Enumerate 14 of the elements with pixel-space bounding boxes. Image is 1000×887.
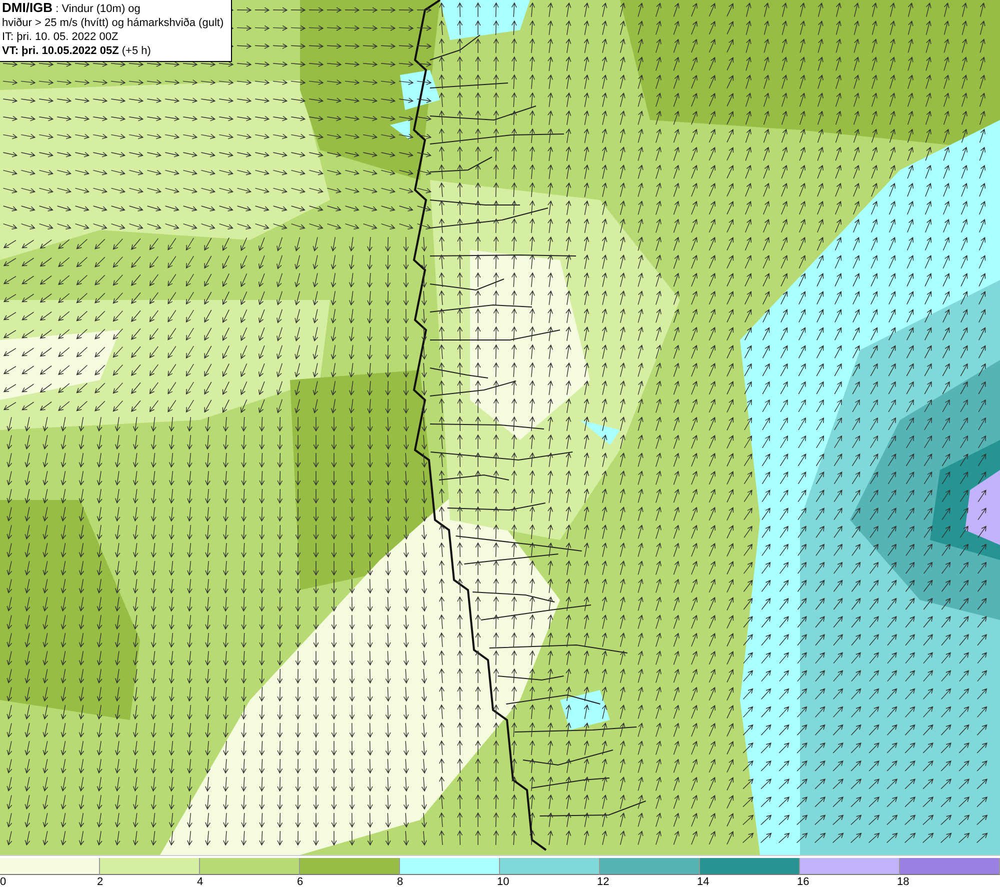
- info-text: hviður > 25 m/s (hvítt) og hámarkshviða (gult): [2, 16, 225, 30]
- info-text: VT: þri. 10.05.2022 05Z (+5 h): [2, 44, 152, 58]
- scale-label: 16: [797, 875, 810, 887]
- scale-label: 8: [397, 875, 404, 887]
- info-text: IT: þri. 10. 05. 2022 00Z: [2, 30, 120, 44]
- scale-label: 14: [697, 875, 710, 887]
- scale-label: 6: [297, 875, 304, 887]
- scale-label: 2: [97, 875, 104, 887]
- scale-label: 10: [497, 875, 510, 887]
- scale-label: 4: [197, 875, 204, 887]
- info-text: DMI/IGB : Vindur (10m) og: [2, 1, 142, 16]
- scale-label: 0: [0, 875, 6, 887]
- scale-label: 18: [897, 875, 910, 887]
- scale-label: 12: [597, 875, 610, 887]
